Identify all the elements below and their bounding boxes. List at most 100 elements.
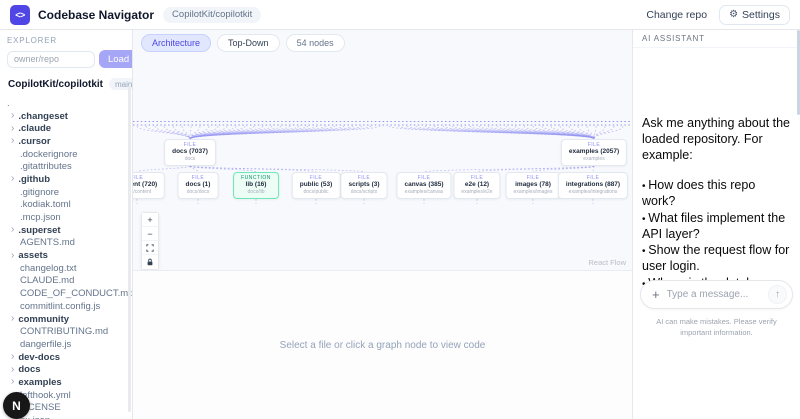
tree-folder-.claude[interactable]: ›.claude bbox=[0, 122, 132, 135]
zoom-in-button[interactable]: + bbox=[142, 213, 158, 227]
tree-folder-.github[interactable]: › .github bbox=[0, 173, 132, 186]
chevron-right-icon: › bbox=[11, 377, 14, 387]
node-title: docs (7037) bbox=[172, 148, 208, 156]
tree-file-.gitattributes[interactable]: .gitattributes bbox=[0, 160, 132, 173]
tree-file-agents.md[interactable]: AGENTS.md bbox=[0, 237, 132, 250]
tree-file-.mcp.json[interactable]: .mcp.json bbox=[0, 211, 132, 224]
graph-toolbar: Architecture Top-Down 54 nodes bbox=[141, 34, 345, 52]
reactflow-attribution: React Flow bbox=[588, 258, 626, 267]
tree-file-claude.md[interactable]: CLAUDE.md bbox=[0, 275, 132, 288]
graph-node-images[interactable]: FILEimages (78)examples/images bbox=[506, 172, 561, 199]
graph-node-e2e[interactable]: FILEe2e (12)examples/e2e bbox=[453, 172, 500, 199]
tree-file-contributing.md[interactable]: CONTRIBUTING.md bbox=[0, 325, 132, 338]
ai-disclaimer: AI can make mistakes. Please verify impo… bbox=[640, 317, 793, 339]
graph-node-examples[interactable]: FILEexamples (2057)examples bbox=[561, 139, 627, 166]
view-mode-pill[interactable]: Architecture bbox=[141, 34, 211, 52]
node-title: lib (16) bbox=[241, 181, 271, 189]
node-path-label: docs/scripts bbox=[348, 189, 379, 195]
fit-view-button[interactable] bbox=[142, 241, 158, 255]
attach-plus-icon[interactable]: + bbox=[652, 288, 660, 301]
node-title: public (53) bbox=[300, 181, 333, 189]
tree-item-label: CODE_OF_CONDUCT.md bbox=[20, 288, 133, 299]
tree-folder-docs[interactable]: ›docs bbox=[0, 363, 132, 376]
app-title: Codebase Navigator bbox=[38, 8, 154, 22]
tree-file-commitlint.config.js[interactable]: commitlint.config.js bbox=[0, 300, 132, 313]
assistant-header: AI ASSISTANT bbox=[633, 30, 800, 48]
assistant-intro-text: Ask me anything about the loaded reposit… bbox=[642, 116, 792, 163]
repo-badge: CopilotKit/copilotkit bbox=[163, 7, 261, 23]
chevron-right-icon: › bbox=[11, 111, 14, 121]
graph-node-docs[interactable]: FILEdocs (7037)docs bbox=[164, 139, 216, 166]
message-input[interactable] bbox=[667, 289, 768, 300]
chevron-right-icon: › bbox=[11, 174, 14, 184]
tree-item-label: .github bbox=[18, 174, 50, 185]
node-title: images (78) bbox=[514, 181, 553, 189]
tree-folder-.[interactable]: . bbox=[0, 97, 132, 110]
load-button[interactable]: Load bbox=[99, 50, 133, 68]
graph-node-docs[interactable]: FILEdocs (1)docs/docs bbox=[178, 172, 219, 199]
gear-icon: ⚙ bbox=[729, 10, 738, 20]
node-path-label: docs/content bbox=[133, 189, 157, 195]
tree-item-label: .changeset bbox=[18, 111, 68, 122]
graph-node-content[interactable]: FILEcontent (720)docs/content bbox=[133, 172, 165, 199]
settings-button[interactable]: ⚙ Settings bbox=[719, 5, 790, 25]
node-path-label: docs/lib bbox=[241, 189, 271, 195]
tree-item-label: .gitignore bbox=[20, 187, 59, 198]
tree-item-label: community bbox=[18, 314, 69, 325]
code-viewer-placeholder: Select a file or click a graph node to v… bbox=[133, 270, 632, 419]
node-title: scripts (3) bbox=[348, 181, 379, 189]
node-title: examples (2057) bbox=[569, 148, 619, 156]
avatar[interactable]: N bbox=[3, 392, 30, 419]
tree-folder-assets[interactable]: ›assets bbox=[0, 249, 132, 262]
tree-item-label: .dockerignore bbox=[20, 149, 78, 160]
tree-file-code-of-conduct.md[interactable]: CODE_OF_CONDUCT.md bbox=[0, 287, 132, 300]
node-title: e2e (12) bbox=[461, 181, 492, 189]
fit-view-icon bbox=[146, 244, 154, 252]
zoom-out-button[interactable]: − bbox=[142, 227, 158, 241]
tree-item-label: changelog.txt bbox=[20, 263, 77, 274]
tree-file-.dockerignore[interactable]: .dockerignore bbox=[0, 148, 132, 161]
tree-file-changelog.txt[interactable]: changelog.txt bbox=[0, 262, 132, 275]
tree-item-label: examples bbox=[18, 377, 61, 388]
graph-node-public[interactable]: FILEpublic (53)docs/public bbox=[292, 172, 341, 199]
node-path-label: examples bbox=[569, 156, 619, 162]
tree-folder-.superset[interactable]: ›.superset bbox=[0, 224, 132, 237]
suggestion-item: Show the request flow for user login. bbox=[642, 243, 792, 275]
tree-item-label: .mcp.json bbox=[20, 212, 61, 223]
tree-folder-.cursor[interactable]: ›.cursor bbox=[0, 135, 132, 148]
app-window: <> Codebase Navigator CopilotKit/copilot… bbox=[0, 0, 800, 419]
tree-folder-examples[interactable]: › examples bbox=[0, 376, 132, 389]
graph-node-scripts[interactable]: FILEscripts (3)docs/scripts bbox=[340, 172, 387, 199]
node-path-label: docs/public bbox=[300, 189, 333, 195]
layout-pill[interactable]: Top-Down bbox=[217, 34, 280, 52]
graph-node-canvas[interactable]: FILEcanvas (385)examples/canvas bbox=[396, 172, 451, 199]
tree-folder-.changeset[interactable]: › .changeset bbox=[0, 110, 132, 123]
tree-file-.kodiak.toml[interactable]: .kodiak.toml bbox=[0, 199, 132, 212]
tree-item-label: .gitattributes bbox=[20, 161, 72, 172]
tree-folder-dev-docs[interactable]: ›dev-docs bbox=[0, 351, 132, 364]
ai-assistant-panel: AI ASSISTANT Ask me anything about the l… bbox=[632, 30, 800, 419]
settings-label: Settings bbox=[742, 9, 780, 21]
suggestion-item: What files implement the API layer? bbox=[642, 211, 792, 243]
assistant-heading: AI ASSISTANT bbox=[642, 34, 705, 43]
graph-node-lib[interactable]: FUNCTIONlib (16)docs/lib bbox=[233, 172, 279, 199]
tree-scrollbar[interactable] bbox=[128, 86, 131, 412]
main-panel: Architecture Top-Down 54 nodes FILEdocs … bbox=[133, 30, 632, 419]
tree-item-label: dangerfile.js bbox=[20, 339, 71, 350]
tree-folder-community[interactable]: ›community bbox=[0, 313, 132, 326]
node-title: content (720) bbox=[133, 181, 157, 189]
graph-node-integrations[interactable]: FILEintegrations (887)examples/integrati… bbox=[558, 172, 628, 199]
tree-file-.gitignore[interactable]: .gitignore bbox=[0, 186, 132, 199]
change-repo-button[interactable]: Change repo bbox=[646, 9, 707, 21]
lock-button[interactable] bbox=[142, 255, 158, 269]
graph-canvas[interactable]: Architecture Top-Down 54 nodes FILEdocs … bbox=[133, 30, 632, 270]
tree-file-dangerfile.js[interactable]: dangerfile.js bbox=[0, 338, 132, 351]
explorer-sidebar: EXPLORER Load CopilotKit/copilotkit main… bbox=[0, 30, 133, 419]
tree-item-label: . bbox=[7, 98, 10, 109]
tree-item-label: .cursor bbox=[18, 136, 50, 147]
send-button[interactable]: ↑ bbox=[768, 285, 787, 304]
chevron-right-icon: › bbox=[11, 352, 14, 362]
repo-input[interactable] bbox=[7, 51, 95, 68]
chevron-right-icon: › bbox=[11, 124, 14, 134]
code-placeholder-text: Select a file or click a graph node to v… bbox=[280, 340, 486, 351]
